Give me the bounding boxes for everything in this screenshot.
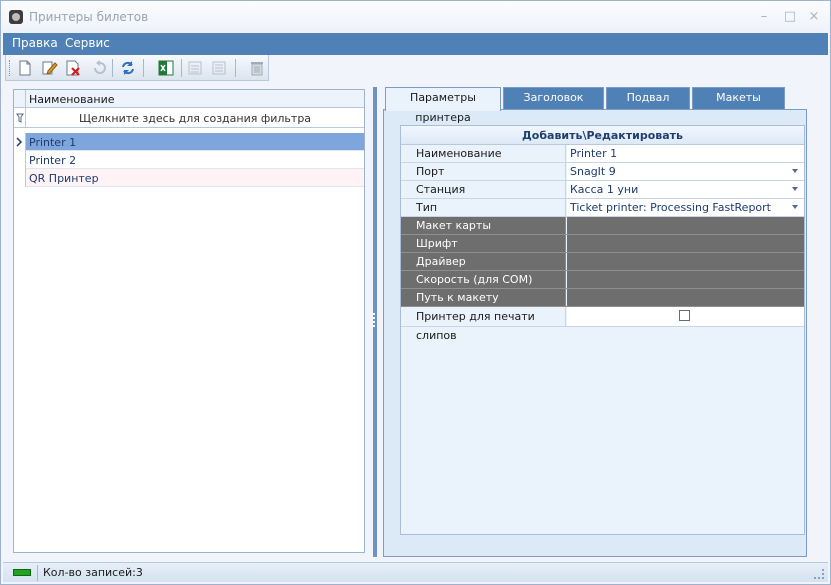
field-label: Принтер для печати слипов: [401, 307, 566, 342]
printers-grid: Наименование Щелкните здесь для создания…: [13, 89, 365, 553]
card-layout-input: [567, 217, 804, 234]
delete-icon[interactable]: [64, 59, 82, 77]
records-count: Кол-во записей:3: [43, 566, 143, 579]
form-title: Добавить\Редактировать: [401, 126, 804, 145]
field-driver: Драйвер: [401, 253, 804, 271]
name-input[interactable]: Printer 1: [567, 145, 804, 162]
field-label: Наименование: [401, 145, 566, 162]
layout-path-input: [567, 289, 804, 306]
row-name: Printer 2: [29, 154, 77, 167]
driver-input: [567, 253, 804, 270]
chevron-down-icon[interactable]: [792, 205, 798, 209]
chevron-down-icon[interactable]: [792, 187, 798, 191]
tab-ticket-layouts[interactable]: Макеты билетов: [692, 87, 785, 124]
menu-service[interactable]: Сервис: [65, 36, 110, 50]
station-value: Касса 1 уни: [570, 183, 639, 196]
field-card-layout: Макет карты: [401, 217, 804, 235]
edit-form: Добавить\Редактировать Наименование Prin…: [400, 125, 805, 535]
trash-icon[interactable]: [248, 59, 266, 77]
row-indicator-icon: [14, 133, 26, 151]
app-window: Принтеры билетов – □ × Правка Сервис Наи…: [0, 0, 831, 585]
status-bar: Кол-во записей:3: [3, 562, 828, 582]
move-down-icon[interactable]: [210, 59, 228, 77]
field-port: Порт SnagIt 9: [401, 163, 804, 181]
field-label: Шрифт: [401, 235, 566, 252]
column-header-name[interactable]: Наименование: [29, 93, 114, 106]
tab-printer-params[interactable]: Параметры принтера: [385, 87, 501, 124]
toolbar: [5, 55, 269, 81]
port-select[interactable]: SnagIt 9: [567, 163, 804, 180]
table-row[interactable]: Printer 2: [14, 151, 364, 169]
grid-header: Наименование: [14, 90, 364, 108]
app-icon: [9, 10, 23, 24]
field-type: Тип Ticket printer: Processing FastRepor…: [401, 199, 804, 217]
splitter-grip[interactable]: [373, 313, 377, 327]
station-select[interactable]: Касса 1 уни: [567, 181, 804, 198]
tab-content: Добавить\Редактировать Наименование Prin…: [383, 109, 807, 557]
field-name: Наименование Printer 1: [401, 145, 804, 163]
undo-icon[interactable]: [90, 59, 108, 77]
font-input: [567, 235, 804, 252]
field-font: Шрифт: [401, 235, 804, 253]
table-row[interactable]: Printer 1: [14, 133, 364, 151]
title-bar: Принтеры билетов – □ ×: [1, 1, 830, 33]
excel-export-icon[interactable]: [157, 59, 175, 77]
filter-icon: [14, 108, 26, 128]
menu-bar: Правка Сервис: [3, 33, 828, 55]
chevron-down-icon[interactable]: [792, 169, 798, 173]
maximize-button[interactable]: □: [779, 8, 801, 26]
field-label: Драйвер: [401, 253, 566, 270]
field-label: Путь к макету: [401, 289, 566, 306]
edit-icon[interactable]: [40, 59, 58, 77]
row-indicator: [14, 169, 26, 187]
type-value: Ticket printer: Processing FastReport: [570, 201, 771, 214]
row-name: QR Принтер: [29, 172, 99, 185]
slip-printer-cell: [567, 307, 804, 326]
tab-ticket-header[interactable]: Заголовок билета: [503, 87, 604, 124]
tab-ticket-footer[interactable]: Подвал билета: [606, 87, 690, 124]
status-indicator-icon: [13, 569, 31, 576]
field-label: Макет карты: [401, 217, 566, 234]
slip-printer-checkbox[interactable]: [679, 310, 690, 321]
row-indicator: [14, 151, 26, 169]
move-up-icon[interactable]: [186, 59, 204, 77]
field-label: Порт: [401, 163, 566, 180]
menu-edit[interactable]: Правка: [12, 36, 58, 50]
row-name: Printer 1: [29, 136, 77, 149]
filter-placeholder: Щелкните здесь для создания фильтра: [78, 112, 312, 125]
close-button[interactable]: ×: [803, 8, 825, 26]
resize-grip[interactable]: [814, 569, 824, 579]
field-label: Тип: [401, 199, 566, 216]
status-separator: [37, 565, 38, 581]
field-slip-printer: Принтер для печати слипов: [401, 307, 804, 342]
grid-corner: [14, 90, 26, 108]
toolbar-grip[interactable]: [9, 60, 12, 76]
field-station: Станция Касса 1 уни: [401, 181, 804, 199]
field-layout-path: Путь к макету: [401, 289, 804, 307]
filter-row[interactable]: Щелкните здесь для создания фильтра: [14, 108, 364, 128]
port-value: SnagIt 9: [570, 165, 616, 178]
window-title: Принтеры билетов: [29, 10, 149, 24]
table-row[interactable]: QR Принтер: [14, 169, 364, 187]
field-com-speed: Скорость (для COM): [401, 271, 804, 289]
field-label: Скорость (для COM): [401, 271, 566, 288]
minimize-button[interactable]: –: [753, 8, 775, 26]
type-select[interactable]: Ticket printer: Processing FastReport: [567, 199, 804, 216]
new-document-icon[interactable]: [16, 59, 34, 77]
com-speed-input: [567, 271, 804, 288]
field-label: Станция: [401, 181, 566, 198]
refresh-icon[interactable]: [119, 59, 137, 77]
